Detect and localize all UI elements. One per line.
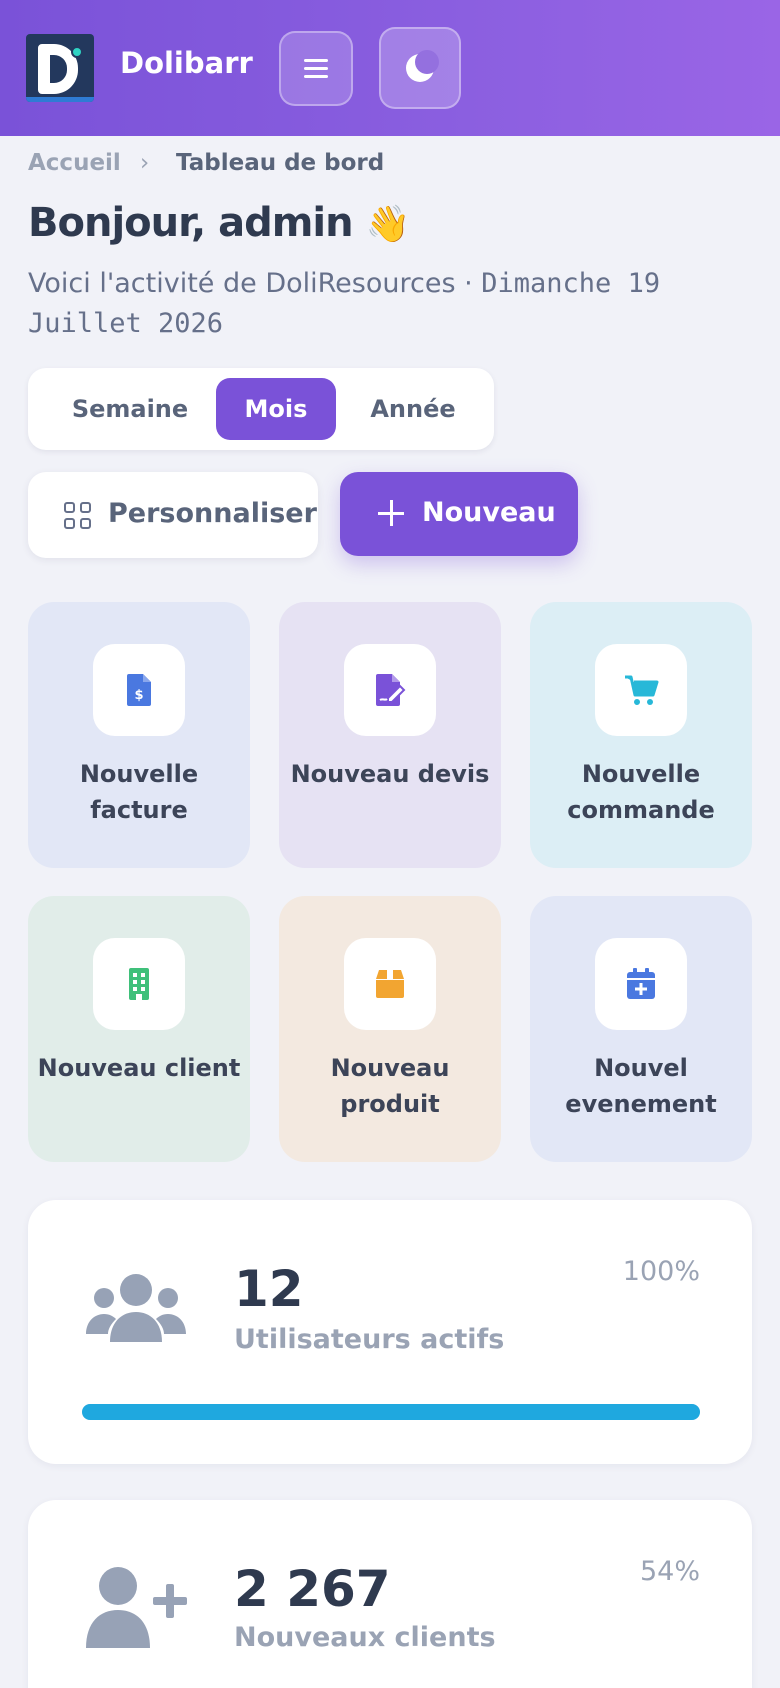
customize-button[interactable]: Personnaliser [28, 472, 318, 558]
tile-icon-box [595, 938, 687, 1030]
dolibarr-logo[interactable] [26, 34, 94, 102]
customize-label: Personnaliser [108, 498, 317, 529]
tile-icon-box [344, 644, 436, 736]
page-title: Bonjour, admin 👋 [28, 200, 411, 246]
invoice-icon: $ [127, 674, 151, 706]
quick-new-quote[interactable]: Nouveau devis [279, 602, 501, 868]
breadcrumb-current: Tableau de bord [176, 150, 385, 176]
progress-track [82, 1404, 700, 1420]
user-plus-icon [86, 1567, 187, 1648]
period-month[interactable]: Mois [216, 378, 336, 440]
tile-label: Nouveau client [37, 1054, 241, 1082]
stat-card-new-clients[interactable]: 2 267 Nouveaux clients 54% [28, 1500, 752, 1688]
tile-label: Nouvel evenement [565, 1054, 717, 1118]
breadcrumb-separator-icon: › [140, 150, 150, 176]
quick-new-invoice[interactable]: $ Nouvelle facture [28, 602, 250, 868]
plus-icon [378, 500, 404, 526]
tile-label: Nouveau produit [330, 1054, 450, 1118]
quick-new-client[interactable]: Nouveau client [28, 896, 250, 1162]
tile-label: Nouveau devis [290, 760, 490, 788]
dark-mode-toggle[interactable] [379, 27, 461, 109]
tile-icon-box [595, 644, 687, 736]
grid-icon [64, 502, 92, 530]
period-week[interactable]: Semaine [50, 378, 210, 440]
tile-label: Nouvelle facture [79, 760, 199, 824]
new-button[interactable]: Nouveau [340, 472, 578, 556]
period-selector: Semaine Mois Année [28, 368, 494, 450]
quick-new-product[interactable]: Nouveau produit [279, 896, 501, 1162]
stat-value: 12 [234, 1260, 304, 1318]
tile-label: Nouvelle commande [567, 760, 715, 824]
stat-card-active-users[interactable]: 12 Utilisateurs actifs 100% [28, 1200, 752, 1464]
tile-icon-box [344, 938, 436, 1030]
greeting-text: Bonjour, admin [28, 200, 354, 246]
users-icon [86, 1274, 186, 1342]
stat-label: Utilisateurs actifs [234, 1324, 505, 1355]
subtitle-text: Voici l'activité de DoliResources · [28, 268, 482, 299]
page-subtitle: Voici l'activité de DoliResources · Dima… [28, 264, 728, 344]
building-icon [129, 968, 149, 1000]
calendar-plus-icon [627, 968, 655, 999]
progress-fill [82, 1404, 700, 1420]
top-bar: Dolibarr [0, 0, 780, 136]
tile-icon-box: $ [93, 644, 185, 736]
stat-percent: 100% [622, 1256, 700, 1287]
breadcrumb-home[interactable]: Accueil [28, 150, 121, 176]
quick-new-event[interactable]: Nouvel evenement [530, 896, 752, 1162]
stat-percent: 54% [639, 1556, 700, 1587]
hamburger-icon [304, 54, 328, 83]
cart-icon [625, 675, 659, 705]
wave-emoji-icon: 👋 [365, 204, 411, 245]
svg-text:$: $ [134, 688, 143, 703]
moon-icon [406, 50, 439, 82]
quick-new-order[interactable]: Nouvelle commande [530, 602, 752, 868]
stat-label: Nouveaux clients [234, 1622, 496, 1653]
tile-icon-box [93, 938, 185, 1030]
new-label: Nouveau [422, 497, 556, 528]
box-icon [376, 970, 404, 998]
brand-name[interactable]: Dolibarr [120, 46, 253, 80]
period-year[interactable]: Année [348, 378, 478, 440]
menu-button[interactable] [279, 31, 353, 106]
stat-value: 2 267 [234, 1560, 391, 1618]
quote-edit-icon [376, 674, 406, 706]
